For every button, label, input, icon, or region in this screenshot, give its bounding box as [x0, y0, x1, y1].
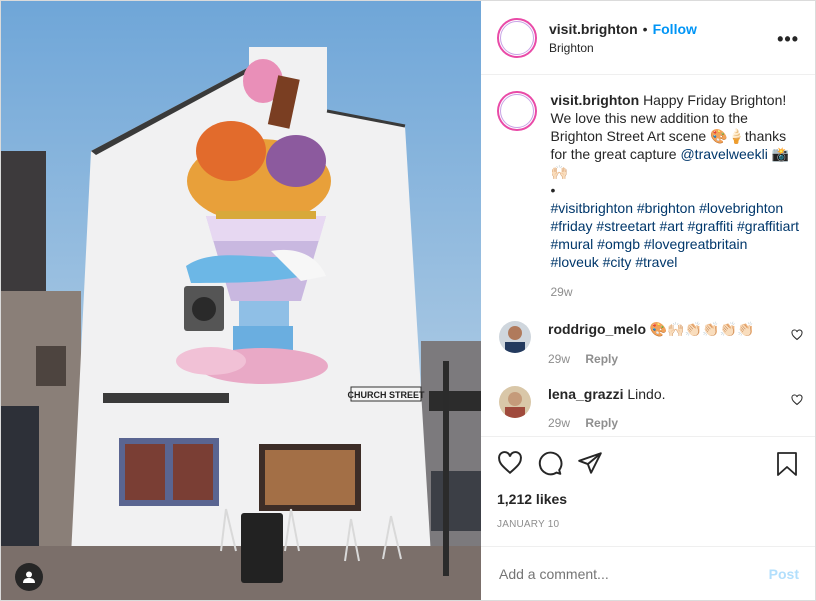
visit-brighton-logo [500, 20, 534, 55]
post-comment-button[interactable]: Post [769, 566, 799, 582]
commenter-avatar[interactable] [499, 386, 531, 418]
follow-button[interactable]: Follow [653, 21, 697, 37]
heart-icon[interactable] [791, 394, 803, 406]
instagram-post: CHURCH STREET visit.brighton • Follow Br… [0, 0, 816, 601]
caption-avatar[interactable] [497, 91, 537, 131]
tagged-user-button[interactable] [15, 563, 43, 591]
post-header: visit.brighton • Follow Brighton ••• [481, 1, 815, 75]
save-bookmark-icon[interactable] [775, 451, 799, 477]
post-photo[interactable]: CHURCH STREET [1, 1, 481, 600]
caption-text: visit.brighton Happy Friday Brighton! We… [551, 91, 800, 301]
reply-button[interactable]: Reply [585, 416, 618, 430]
commenter-avatar[interactable] [499, 321, 531, 353]
comment-item: roddrigo_melo 🎨🙌🏻👏🏻👏🏻👏🏻👏🏻 29w Reply [497, 321, 803, 366]
caption: visit.brighton Happy Friday Brighton! We… [497, 91, 799, 301]
more-options-icon[interactable]: ••• [777, 29, 799, 50]
caption-mention[interactable]: @travelweekli [680, 146, 767, 162]
separator-dot: • [642, 20, 648, 37]
likes-count[interactable]: 1,212 likes [497, 491, 799, 507]
share-paper-plane-icon[interactable] [577, 450, 603, 476]
post-date: JANUARY 10 [497, 519, 560, 530]
church-street-sign: CHURCH STREET [347, 390, 425, 400]
post-actions: 1,212 likes JANUARY 10 [481, 436, 815, 546]
heart-icon[interactable] [791, 329, 803, 341]
comment-bubble-icon[interactable] [537, 450, 563, 476]
comment-text: 🎨🙌🏻👏🏻👏🏻👏🏻👏🏻 [649, 321, 755, 337]
street-art-mural-photo: CHURCH STREET [1, 1, 481, 600]
account-username[interactable]: visit.brighton [549, 21, 638, 37]
comment-item: lena_grazzi Lindo. 29w Reply [497, 386, 803, 430]
add-comment-input[interactable] [497, 564, 751, 583]
location-link[interactable]: Brighton [549, 41, 697, 55]
comment-username[interactable]: lena_grazzi [548, 386, 623, 402]
like-heart-icon[interactable] [497, 450, 523, 476]
comment-age: 29w [548, 416, 571, 430]
caption-hashtags[interactable]: #visitbrighton #brighton #lovebrighton #… [551, 200, 800, 270]
comments-panel[interactable]: visit.brighton Happy Friday Brighton! We… [481, 75, 815, 436]
comment-composer: Post [481, 546, 815, 600]
comment-username[interactable]: roddrigo_melo [548, 321, 646, 337]
reply-button[interactable]: Reply [585, 352, 618, 366]
caption-username[interactable]: visit.brighton [551, 92, 640, 108]
visit-brighton-logo [499, 94, 534, 128]
account-avatar[interactable] [497, 17, 537, 58]
header-text: visit.brighton • Follow Brighton [549, 21, 697, 55]
caption-age: 29w [550, 285, 573, 299]
comment-age: 29w [548, 352, 571, 366]
caption-bullet: • [550, 182, 556, 198]
post-sidebar: visit.brighton • Follow Brighton ••• vis… [481, 1, 815, 600]
user-icon [23, 571, 35, 583]
comment-text: Lindo. [627, 386, 666, 402]
